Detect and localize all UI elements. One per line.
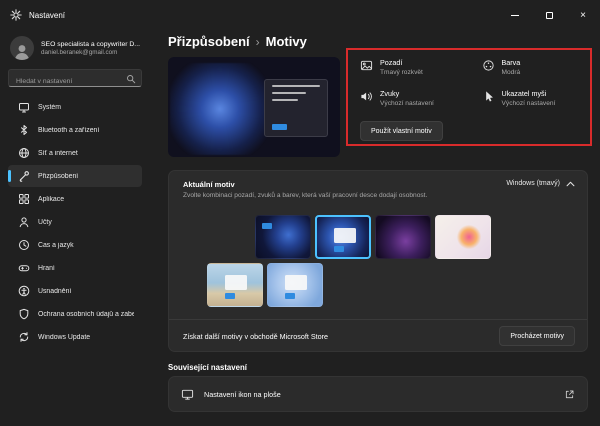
theme-thumbnail-sunrise[interactable] [207, 263, 263, 307]
search-input[interactable] [9, 73, 141, 90]
background-setting[interactable]: Pozadí Tmavý rozkvět [360, 58, 474, 76]
color-wheel-icon [482, 59, 495, 72]
preview-mock-window [264, 79, 328, 137]
bloom-wallpaper-graphic [170, 63, 274, 155]
sidebar-item-windows-update[interactable]: Windows Update [8, 326, 142, 348]
breadcrumb: Přizpůsobení › Motivy [168, 34, 307, 49]
window-controls: × [498, 0, 600, 30]
gaming-controller-icon [18, 262, 30, 274]
cursor-arrow-icon [482, 90, 495, 103]
desktop-icon-settings-row[interactable]: Nastavení ikon na ploše [168, 376, 588, 412]
apps-grid-icon [18, 193, 30, 205]
current-theme-dropdown[interactable]: Windows (tmavý) [506, 180, 575, 187]
windows-update-icon [18, 331, 30, 343]
sidebar: SEO specialista a copywriter D... daniel… [0, 30, 150, 426]
store-label: Získat další motivy v obchodě Microsoft … [183, 331, 329, 341]
theme-thumbnail-dark-bloom[interactable] [255, 215, 311, 259]
current-theme-title: Aktuální motiv [183, 180, 235, 189]
breadcrumb-separator: › [255, 34, 260, 49]
personalization-brush-icon [18, 170, 30, 182]
user-profile[interactable]: SEO specialista a copywriter D... daniel… [8, 34, 142, 69]
external-link-icon [564, 389, 575, 400]
accessibility-icon [18, 285, 30, 297]
sidebar-item-time-language[interactable]: Čas a jazyk [8, 234, 142, 256]
sidebar-item-apps[interactable]: Aplikace [8, 188, 142, 210]
current-theme-value: Windows (tmavý) [506, 180, 560, 187]
theme-preview-image [168, 57, 340, 157]
sidebar-item-personalization[interactable]: Přizpůsobení [8, 165, 142, 187]
sidebar-item-bluetooth[interactable]: Bluetooth a zařízení [8, 119, 142, 141]
color-setting[interactable]: Barva Modrá [482, 58, 596, 76]
accounts-person-icon [18, 216, 30, 228]
related-settings-title: Související nastavení [168, 363, 247, 372]
sidebar-item-accessibility[interactable]: Usnadnění [8, 280, 142, 302]
close-button[interactable]: × [566, 0, 600, 30]
avatar [10, 36, 34, 60]
minimize-button[interactable] [498, 0, 532, 30]
sidebar-item-system[interactable]: Systém [8, 96, 142, 118]
background-image-icon [360, 59, 373, 72]
theme-thumbnail-captured-motion[interactable] [435, 215, 491, 259]
sidebar-item-accounts[interactable]: Účty [8, 211, 142, 233]
sidebar-item-privacy[interactable]: Ochrana osobních údajů a zabezpečení [8, 303, 142, 325]
sidebar-item-gaming[interactable]: Hraní [8, 257, 142, 279]
maximize-button[interactable] [532, 0, 566, 30]
browse-themes-button[interactable]: Procházet motivy [499, 326, 575, 346]
window-title: Nastavení [29, 10, 66, 20]
current-theme-subtitle: Zvolte kombinaci pozadí, zvuků a barev, … [183, 192, 428, 199]
page-title: Motivy [265, 34, 307, 49]
sidebar-item-network[interactable]: Síť a internet [8, 142, 142, 164]
desktop-icon-settings-label: Nastavení ikon na ploše [204, 389, 281, 399]
user-name: SEO specialista a copywriter D... [41, 40, 140, 48]
breadcrumb-parent[interactable]: Přizpůsobení [168, 34, 250, 49]
store-row: Získat další motivy v obchodě Microsoft … [183, 320, 575, 352]
settings-window: Nastavení × SEO specialista a copywriter… [0, 0, 600, 426]
sounds-setting[interactable]: Zvuky Výchozí nastavení [360, 89, 474, 107]
theme-thumbnail-glow[interactable] [375, 215, 431, 259]
selected-indicator [8, 170, 11, 182]
speaker-icon [360, 90, 373, 103]
chevron-up-icon [566, 181, 575, 187]
time-language-clock-icon [18, 239, 30, 251]
desktop-monitor-icon [181, 388, 194, 401]
theme-thumbnail-windows-dark-selected[interactable] [315, 215, 371, 259]
theme-thumbnail-light-bloom[interactable] [267, 263, 323, 307]
current-theme-card: Aktuální motiv Zvolte kombinaci pozadí, … [168, 170, 588, 352]
privacy-shield-icon [18, 308, 30, 320]
system-icon [18, 101, 30, 113]
mouse-cursor-setting[interactable]: Ukazatel myši Výchozí nastavení [482, 89, 596, 107]
search-box [8, 69, 142, 90]
bluetooth-icon [18, 124, 30, 136]
theme-settings-grid: Pozadí Tmavý rozkvět Barva Modrá Zvuky Vých… [360, 58, 595, 107]
sidebar-nav: Systém Bluetooth a zařízení Síť a intern… [8, 96, 142, 348]
main-content: Přizpůsobení › Motivy Pozadí Tmavý rozkvě… [150, 30, 600, 426]
preview-accent-button [272, 124, 287, 130]
titlebar: Nastavení × [0, 0, 600, 30]
search-icon [126, 74, 136, 84]
save-custom-theme-button[interactable]: Použít vlastní motiv [360, 121, 443, 141]
settings-gear-icon [10, 9, 22, 21]
network-globe-icon [18, 147, 30, 159]
user-email: daniel.beranek@gmail.com [41, 48, 118, 56]
